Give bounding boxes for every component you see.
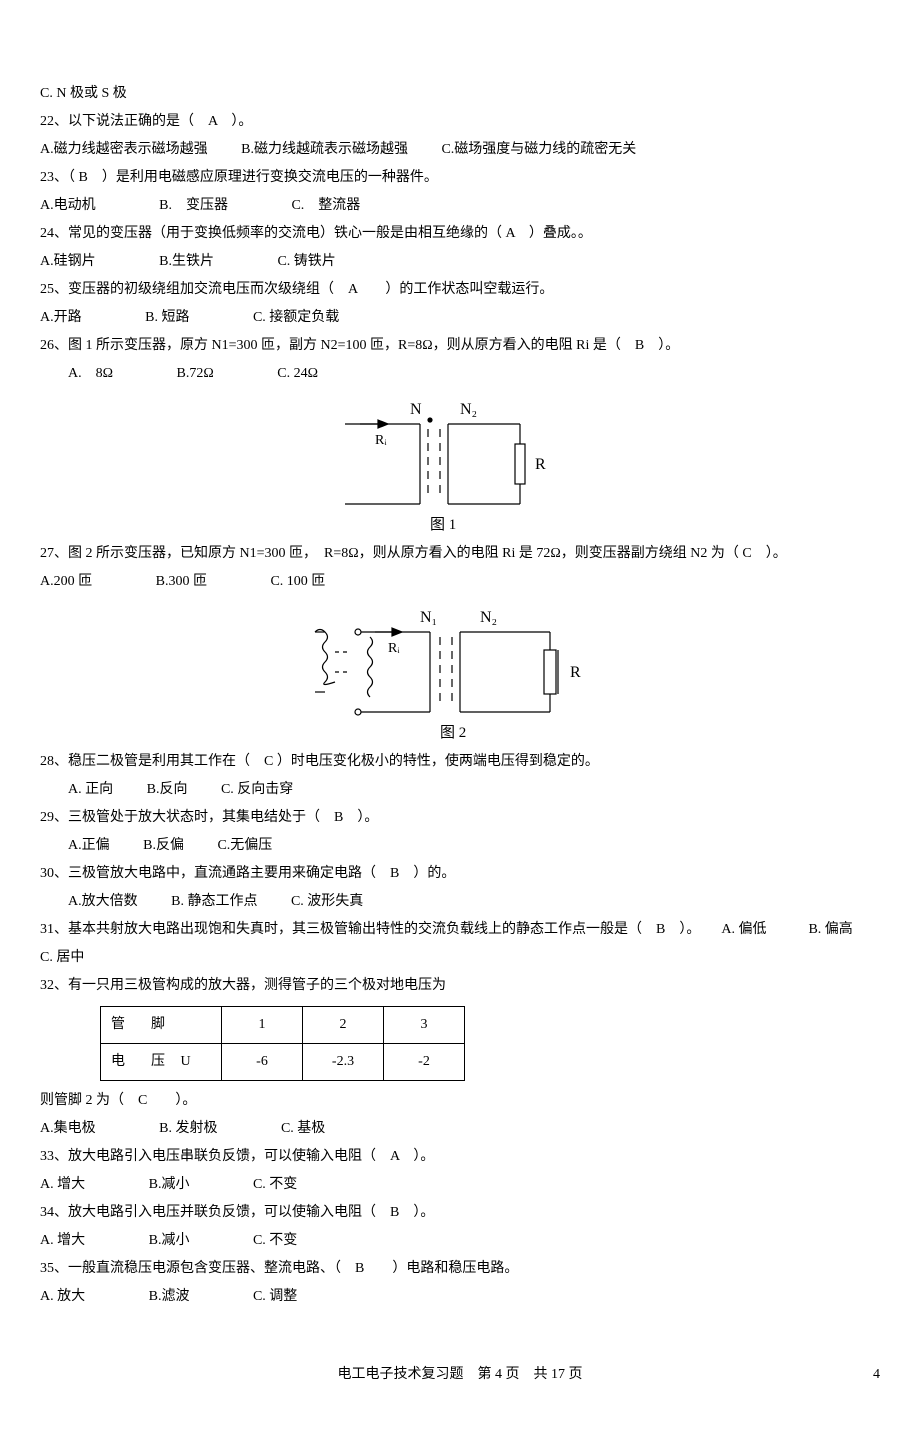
q25-c: C. 接额定负载 — [253, 310, 339, 325]
q22-b: B.磁力线越疏表示磁场越强 — [241, 142, 408, 157]
q26-a: A. 8Ω — [68, 366, 113, 381]
q30-c: C. 波形失真 — [291, 894, 363, 909]
q35-options: A. 放大 B.滤波 C. 调整 — [40, 1283, 880, 1311]
q29-c: C.无偏压 — [217, 838, 272, 853]
q21-option-c: C. N 极或 S 极 — [40, 80, 880, 108]
fig2-caption: 图 2 — [440, 724, 466, 741]
q32-stem: 32、有一只用三极管构成的放大器，测得管子的三个极对地电压为 — [40, 972, 880, 1000]
q32-a: A.集电极 — [40, 1121, 96, 1136]
q26-stem: 26、图 1 所示变压器，原方 N1=300 匝，副方 N2=100 匝，R=8… — [40, 332, 880, 360]
q23-options: A.电动机 B. 变压器 C. 整流器 — [40, 192, 880, 220]
fig2-r-label: R — [570, 664, 581, 681]
q35-stem: 35、一般直流稳压电源包含变压器、整流电路、（ B ）电路和稳压电路。 — [40, 1255, 880, 1283]
fig1-r-label: R — [535, 456, 546, 473]
q30-b: B. 静态工作点 — [171, 894, 257, 909]
q29-stem: 29、三极管处于放大状态时，其集电结处于（ B ）。 — [40, 804, 880, 832]
q25-a: A.开路 — [40, 310, 82, 325]
q33-options: A. 增大 B.减小 C. 不变 — [40, 1171, 880, 1199]
q24-b: B.生铁片 — [159, 254, 214, 269]
q23-b: B. 变压器 — [159, 198, 228, 213]
q22-a: A.磁力线越密表示磁场越强 — [40, 142, 208, 157]
fig1-n2-label: N₂ — [460, 401, 477, 418]
figure-1: N N₂ Rᵢ R 图 1 — [320, 394, 600, 534]
q33-stem: 33、放大电路引入电压串联负反馈，可以使输入电阻（ A ）。 — [40, 1143, 880, 1171]
table-row-voltage-label: 电 压 U — [101, 1044, 222, 1081]
q33-b: B.减小 — [149, 1177, 190, 1192]
q30-stem: 30、三极管放大电路中，直流通路主要用来确定电路（ B ）的。 — [40, 860, 880, 888]
q28-a: A. 正向 — [68, 782, 113, 797]
q27-c: C. 100 匝 — [270, 574, 325, 589]
fig1-n-label: N — [410, 401, 422, 418]
q24-options: A.硅钢片 B.生铁片 C. 铸铁片 — [40, 248, 880, 276]
q29-a: A.正偏 — [68, 838, 110, 853]
q26-options: A. 8Ω B.72Ω C. 24Ω — [40, 360, 880, 388]
q27-options: A.200 匝 B.300 匝 C. 100 匝 — [40, 568, 880, 596]
q34-b: B.减小 — [149, 1233, 190, 1248]
q22-c: C.磁场强度与磁力线的疏密无关 — [441, 142, 636, 157]
q34-c: C. 不变 — [253, 1233, 297, 1248]
footer-page-number: 4 — [873, 1361, 880, 1389]
q34-options: A. 增大 B.减小 C. 不变 — [40, 1227, 880, 1255]
q23-a: A.电动机 — [40, 198, 96, 213]
q34-stem: 34、放大电路引入电压并联负反馈，可以使输入电阻（ B ）。 — [40, 1199, 880, 1227]
q24-a: A.硅钢片 — [40, 254, 96, 269]
q25-b: B. 短路 — [145, 310, 189, 325]
table-header-pin: 管 脚 — [101, 1007, 222, 1044]
q33-a: A. 增大 — [40, 1177, 85, 1192]
q28-options: A. 正向 B.反向 C. 反向击穿 — [40, 776, 880, 804]
q28-stem: 28、稳压二极管是利用其工作在（ C ）时电压变化极小的特性，使两端电压得到稳定… — [40, 748, 880, 776]
q25-stem: 25、变压器的初级绕组加交流电压而次级绕组（ A ）的工作状态叫空载运行。 — [40, 276, 880, 304]
q31-stem: 31、基本共射放大电路出现饱和失真时，其三极管输出特性的交流负载线上的静态工作点… — [40, 916, 880, 972]
q32-tail: 则管脚 2 为（ C ）。 — [40, 1087, 880, 1115]
q23-stem: 23、（ B ）是利用电磁感应原理进行变换交流电压的一种器件。 — [40, 164, 880, 192]
page-footer: 电工电子技术复习题 第 4 页 共 17 页 4 — [40, 1361, 880, 1389]
q32-c: C. 基极 — [281, 1121, 325, 1136]
fig1-ri-label: Rᵢ — [375, 433, 387, 448]
q27-a: A.200 匝 — [40, 574, 92, 589]
footer-center: 电工电子技术复习题 第 4 页 共 17 页 — [338, 1367, 583, 1382]
q30-a: A.放大倍数 — [68, 894, 138, 909]
q25-options: A.开路 B. 短路 C. 接额定负载 — [40, 304, 880, 332]
q24-stem: 24、常见的变压器（用于变换低频率的交流电）铁心一般是由相互绝缘的（ A ）叠成… — [40, 220, 880, 248]
q30-options: A.放大倍数 B. 静态工作点 C. 波形失真 — [40, 888, 880, 916]
table-cell-1: -6 — [222, 1044, 303, 1081]
q26-b: B.72Ω — [177, 366, 214, 381]
q32-options: A.集电极 B. 发射极 C. 基极 — [40, 1115, 880, 1143]
q29-options: A.正偏 B.反偏 C.无偏压 — [40, 832, 880, 860]
table-header-3: 3 — [384, 1007, 465, 1044]
fig1-caption: 图 1 — [430, 516, 456, 533]
table-header-2: 2 — [303, 1007, 384, 1044]
q26-c: C. 24Ω — [277, 366, 318, 381]
table-cell-2: -2.3 — [303, 1044, 384, 1081]
fig2-n2-label: N₂ — [480, 609, 497, 626]
table-cell-3: -2 — [384, 1044, 465, 1081]
q28-c: C. 反向击穿 — [221, 782, 293, 797]
q34-a: A. 增大 — [40, 1233, 85, 1248]
q33-c: C. 不变 — [253, 1177, 297, 1192]
q32-table: 管 脚 1 2 3 电 压 U -6 -2.3 -2 — [100, 1006, 465, 1081]
q28-b: B.反向 — [147, 782, 188, 797]
q22-stem: 22、以下说法正确的是（ A ）。 — [40, 108, 880, 136]
figure-2: N₁ N₂ Rᵢ R 图 2 — [300, 602, 620, 742]
q32-b: B. 发射极 — [159, 1121, 217, 1136]
table-header-1: 1 — [222, 1007, 303, 1044]
q22-options: A.磁力线越密表示磁场越强 B.磁力线越疏表示磁场越强 C.磁场强度与磁力线的疏… — [40, 136, 880, 164]
fig2-ri-label: Rᵢ — [388, 641, 400, 656]
q27-b: B.300 匝 — [156, 574, 207, 589]
fig2-n1-label: N₁ — [420, 609, 437, 626]
q23-c: C. 整流器 — [291, 198, 360, 213]
q24-c: C. 铸铁片 — [277, 254, 335, 269]
q27-stem: 27、图 2 所示变压器，已知原方 N1=300 匝， R=8Ω，则从原方看入的… — [40, 540, 880, 568]
q29-b: B.反偏 — [143, 838, 184, 853]
